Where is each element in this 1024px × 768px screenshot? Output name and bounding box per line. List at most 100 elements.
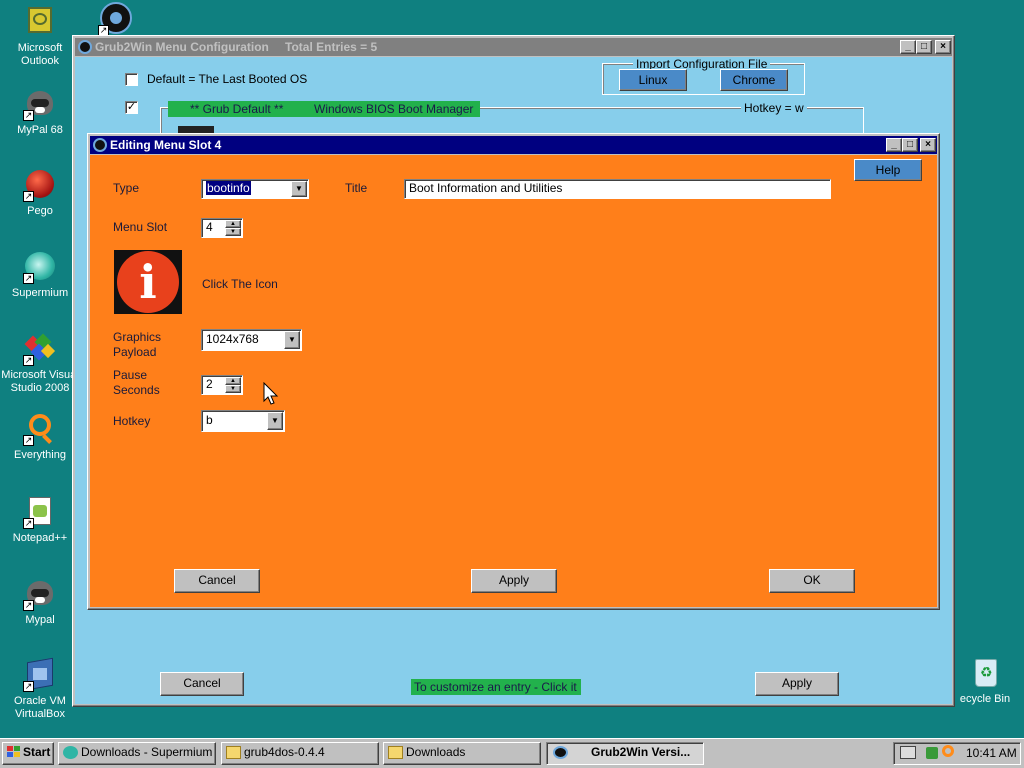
task-downloads[interactable]: Downloads <box>383 742 541 765</box>
windows-logo-icon <box>7 746 22 759</box>
desktop-icon-notepadpp[interactable]: ↗ Notepad++ <box>1 495 79 545</box>
graphics-payload-value: 1024x768 <box>206 332 259 346</box>
desktop-icon-pego[interactable]: ↗ Pego <box>1 168 79 218</box>
clock[interactable]: 10:41 AM <box>966 746 1017 760</box>
dialog-ok-button[interactable]: OK <box>769 569 855 593</box>
everything-icon[interactable] <box>942 745 954 757</box>
dialog-title-bar[interactable]: Editing Menu Slot 4 _ □ × <box>90 136 937 154</box>
keyboard-icon[interactable] <box>900 746 916 759</box>
dialog-title: Editing Menu Slot 4 <box>110 138 222 152</box>
maximize-button[interactable]: □ <box>902 138 918 152</box>
menu-slot-label: Menu Slot <box>113 220 168 234</box>
default-label: Default = The Last Booted OS <box>147 72 308 86</box>
desktop-icon-mypal[interactable]: ↗ Mypal <box>1 577 79 627</box>
main-title-bar[interactable]: Grub2Win Menu Configuration Total Entrie… <box>75 38 952 56</box>
mypal-icon: ↗ <box>23 577 57 611</box>
desktop-icon-label: Microsoft Visual Studio 2008 <box>1 369 79 394</box>
mouse-cursor-icon <box>263 382 279 405</box>
minimize-button[interactable]: _ <box>900 40 916 54</box>
visual-studio-icon: ↗ <box>23 332 57 366</box>
main-window-title: Grub2Win Menu Configuration <box>95 40 269 54</box>
graphics-payload-select[interactable]: 1024x768 ▼ <box>201 329 302 351</box>
edit-slot-dialog: Editing Menu Slot 4 _ □ × Help Type boot… <box>87 133 940 610</box>
type-select[interactable]: bootinfo ▼ <box>201 179 309 199</box>
supermium-icon: ↗ <box>23 250 57 284</box>
desktop-icon-outlook[interactable]: Microsoft Outlook <box>1 5 79 68</box>
network-icon[interactable] <box>926 747 938 759</box>
start-label: Start <box>23 745 51 759</box>
import-chrome-button[interactable]: Chrome <box>720 69 788 91</box>
spin-down-icon[interactable]: ▼ <box>225 385 241 393</box>
chevron-down-icon[interactable]: ▼ <box>267 412 283 430</box>
graphics-payload-label: Graphics Payload <box>113 330 162 359</box>
virtualbox-icon: ↗ <box>23 657 57 692</box>
spin-up-icon[interactable]: ▲ <box>225 377 241 385</box>
close-button[interactable]: × <box>935 40 951 54</box>
pause-seconds-spinner[interactable]: 2 ▲ ▼ <box>201 375 243 395</box>
title-label: Title <box>345 181 368 195</box>
minimize-button[interactable]: _ <box>886 138 902 152</box>
click-icon-label: Click The Icon <box>202 277 278 291</box>
task-grub4dos[interactable]: grub4dos-0.4.4 <box>221 742 379 765</box>
info-icon-button[interactable]: i <box>114 250 182 314</box>
notepadpp-icon: ↗ <box>23 495 57 529</box>
desktop-icon-label: Mypal <box>25 614 55 626</box>
entry-banner[interactable]: ** Grub Default ** Windows BIOS Boot Man… <box>168 101 480 117</box>
mypal-icon: ↗ <box>23 87 57 121</box>
folder-icon <box>226 746 241 759</box>
task-label: Grub2Win Versi... <box>591 745 691 759</box>
menu-slot-spinner[interactable]: 4 ▲ ▼ <box>201 218 243 238</box>
type-value: bootinfo <box>206 181 251 195</box>
entry-title: Windows BIOS Boot Manager <box>314 102 474 116</box>
desktop-icon-supermium[interactable]: ↗ Supermium <box>1 250 79 300</box>
chevron-down-icon[interactable]: ▼ <box>284 331 300 349</box>
dialog-cancel-button[interactable]: Cancel <box>174 569 260 593</box>
task-label: Downloads - Supermium <box>81 745 213 759</box>
type-label: Type <box>113 181 140 195</box>
desktop-icon-mypal68[interactable]: ↗ MyPal 68 <box>1 87 79 137</box>
everything-icon: ↗ <box>23 412 57 446</box>
desktop-icon-virtualbox[interactable]: ↗ Oracle VM VirtualBox <box>1 657 79 721</box>
grub2win-icon <box>93 138 107 152</box>
dialog-client-area: Help Type bootinfo ▼ Title Boot Informat… <box>90 155 937 607</box>
chevron-down-icon[interactable]: ▼ <box>291 181 307 197</box>
title-input[interactable]: Boot Information and Utilities <box>404 179 831 199</box>
start-button[interactable]: Start <box>2 742 54 765</box>
desktop-icon-visual-studio[interactable]: ↗ Microsoft Visual Studio 2008 <box>0 332 80 395</box>
entry-hotkey: Hotkey = w <box>741 101 807 115</box>
grub2win-icon <box>78 40 92 54</box>
main-cancel-button[interactable]: Cancel <box>160 672 244 696</box>
task-grub2win[interactable]: Grub2Win Versi... <box>546 742 704 765</box>
task-label: grub4dos-0.4.4 <box>244 745 325 759</box>
hotkey-select[interactable]: b ▼ <box>201 410 285 432</box>
entry-default-tag: ** Grub Default ** <box>190 102 284 116</box>
default-checkbox[interactable] <box>125 73 138 86</box>
desktop-icon-label: Oracle VM VirtualBox <box>14 695 66 720</box>
spin-up-icon[interactable]: ▲ <box>225 220 241 228</box>
main-apply-button[interactable]: Apply <box>755 672 839 696</box>
grub2win-icon <box>553 746 568 759</box>
total-entries: Total Entries = 5 <box>285 40 378 54</box>
desktop-icon-label: Supermium <box>11 287 69 299</box>
help-button[interactable]: Help <box>854 159 922 181</box>
desktop-icon-label: Microsoft Outlook <box>17 42 63 67</box>
desktop-icon-recycle-bin[interactable]: ♻ ecycle Bin <box>946 656 1024 706</box>
spin-down-icon[interactable]: ▼ <box>225 228 241 236</box>
task-supermium[interactable]: Downloads - Supermium <box>58 742 216 765</box>
maximize-button[interactable]: □ <box>916 40 932 54</box>
entry-checkbox[interactable]: ✓ <box>125 101 138 114</box>
dialog-apply-button[interactable]: Apply <box>471 569 557 593</box>
desktop-icon-everything[interactable]: ↗ Everything <box>1 412 79 462</box>
close-button[interactable]: × <box>920 138 936 152</box>
desktop-icon-label: Everything <box>14 449 66 461</box>
desktop-icon-label: MyPal 68 <box>17 124 63 136</box>
desktop-icon-label: ecycle Bin <box>959 693 1011 705</box>
hotkey-value: b <box>206 413 213 427</box>
import-linux-button[interactable]: Linux <box>619 69 687 91</box>
pego-icon: ↗ <box>23 168 57 202</box>
cd-shortcut-icon[interactable]: ↗ <box>98 2 134 36</box>
supermium-icon <box>63 746 78 759</box>
recycle-bin-icon: ♻ <box>968 656 1002 690</box>
taskbar: Start Downloads - Supermium grub4dos-0.4… <box>0 738 1024 768</box>
info-icon: i <box>117 251 179 313</box>
